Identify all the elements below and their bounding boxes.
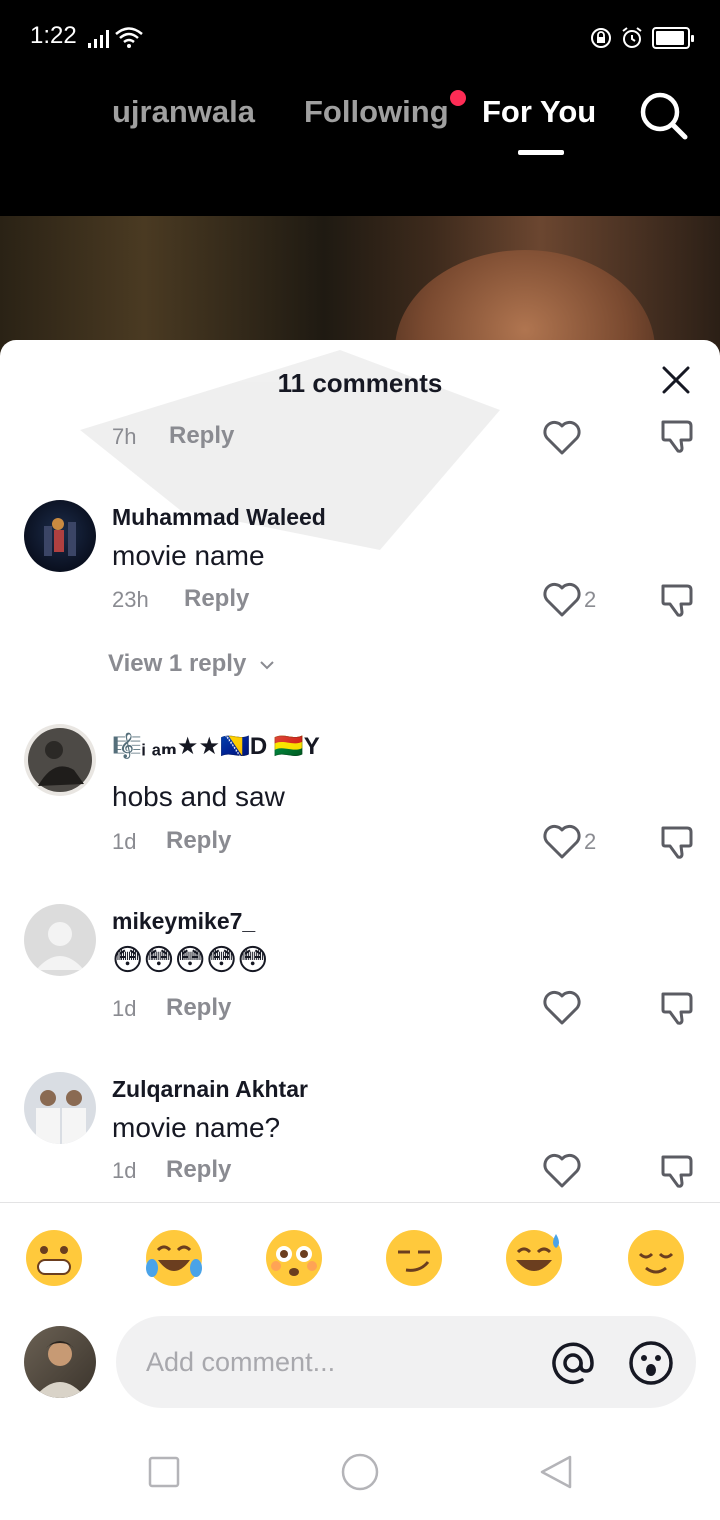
tab-for-you[interactable]: For You (482, 94, 596, 130)
tab-location[interactable]: ujranwala (112, 94, 272, 130)
active-tab-indicator (518, 150, 564, 155)
comments-title: 11 comments (277, 368, 443, 398)
reply-button[interactable]: Reply (166, 994, 231, 1022)
chevron-down-icon (260, 660, 274, 670)
emoji-flushed-icon[interactable] (264, 1228, 324, 1288)
close-icon[interactable] (660, 364, 692, 396)
at-icon[interactable] (550, 1340, 596, 1386)
comment-text: movie name? (112, 1112, 281, 1143)
comment-username[interactable]: Muhammad Waleed (112, 504, 326, 531)
comment-composer (0, 1316, 720, 1412)
alarm-icon (622, 27, 642, 48)
comment-time: 1d (112, 829, 137, 854)
dislike-icon[interactable] (660, 990, 694, 1026)
avatar[interactable] (24, 1072, 96, 1144)
default-avatar-icon (36, 922, 84, 970)
emoji-relieved-icon[interactable] (626, 1228, 686, 1288)
emoji-joy-icon[interactable] (144, 1228, 204, 1288)
wifi-icon (115, 27, 143, 48)
status-time: 1:22 (30, 22, 77, 49)
comment-time: 1d (112, 996, 137, 1021)
emoji-sweat-smile-icon[interactable] (504, 1228, 564, 1288)
quick-emoji-bar (0, 1228, 720, 1292)
comment-input[interactable] (116, 1316, 696, 1408)
lock-rotation-icon (591, 28, 611, 48)
status-bar: 1:22 (0, 0, 720, 72)
recents-icon[interactable] (146, 1454, 182, 1490)
avatar[interactable] (24, 724, 96, 796)
comment-time: 1d (112, 1158, 137, 1183)
avatar-image (36, 1090, 86, 1144)
heart-icon[interactable] (542, 990, 582, 1026)
heart-icon[interactable] (542, 420, 582, 456)
heart-icon[interactable] (542, 1153, 582, 1189)
home-icon[interactable] (340, 1452, 380, 1492)
status-right-icons (590, 26, 694, 50)
top-nav: ujranwala Following For You (0, 72, 720, 216)
reply-button[interactable]: Reply (169, 422, 234, 450)
avatar[interactable] (24, 500, 96, 572)
like-count: 2 (584, 829, 597, 854)
back-icon[interactable] (538, 1454, 574, 1490)
battery-icon (652, 27, 694, 49)
divider (0, 1202, 720, 1203)
reply-button[interactable]: Reply (184, 585, 249, 613)
heart-icon[interactable] (542, 582, 582, 618)
heart-icon[interactable] (542, 824, 582, 860)
comment-username[interactable]: Zulqarnain Akhtar (112, 1076, 308, 1103)
emoji-icon[interactable] (628, 1340, 674, 1386)
avatar[interactable] (24, 904, 96, 976)
comment-text: hobs and saw (112, 781, 285, 812)
comments-sheet: 11 comments 7h Reply Muhammad Waleed mov… (0, 340, 720, 1520)
system-nav-bar (0, 1440, 720, 1520)
comment-text: 😳😳😳😳😳 (112, 944, 269, 977)
comment-time: 23h (112, 587, 149, 612)
emoji-grin-icon[interactable] (24, 1228, 84, 1288)
view-replies-button[interactable]: View 1 reply (108, 650, 275, 678)
search-icon[interactable] (636, 88, 690, 142)
comment-text: movie name (112, 540, 265, 571)
reply-button[interactable]: Reply (166, 1156, 231, 1184)
like-count: 2 (584, 587, 597, 612)
view-replies-label: View 1 reply (108, 650, 247, 677)
avatar-image (34, 1341, 86, 1398)
comment-time: 7h (112, 424, 137, 449)
dislike-icon[interactable] (660, 582, 694, 618)
dislike-icon[interactable] (660, 1153, 694, 1189)
signal-icon (88, 30, 109, 48)
following-notification-dot (450, 90, 466, 106)
comment-username[interactable]: mikeymike7_ (112, 908, 255, 935)
reply-button[interactable]: Reply (166, 827, 231, 855)
dislike-icon[interactable] (660, 418, 694, 454)
avatar-image (28, 728, 92, 792)
my-avatar[interactable] (24, 1326, 96, 1398)
emoji-smirk-icon[interactable] (384, 1228, 444, 1288)
avatar-image (44, 518, 76, 556)
tab-following[interactable]: Following (304, 94, 449, 130)
comment-username[interactable]: 🎼ᵢ ₐₘ★★🇧🇦D 🇧🇴Y (112, 732, 320, 761)
dislike-icon[interactable] (660, 824, 694, 860)
